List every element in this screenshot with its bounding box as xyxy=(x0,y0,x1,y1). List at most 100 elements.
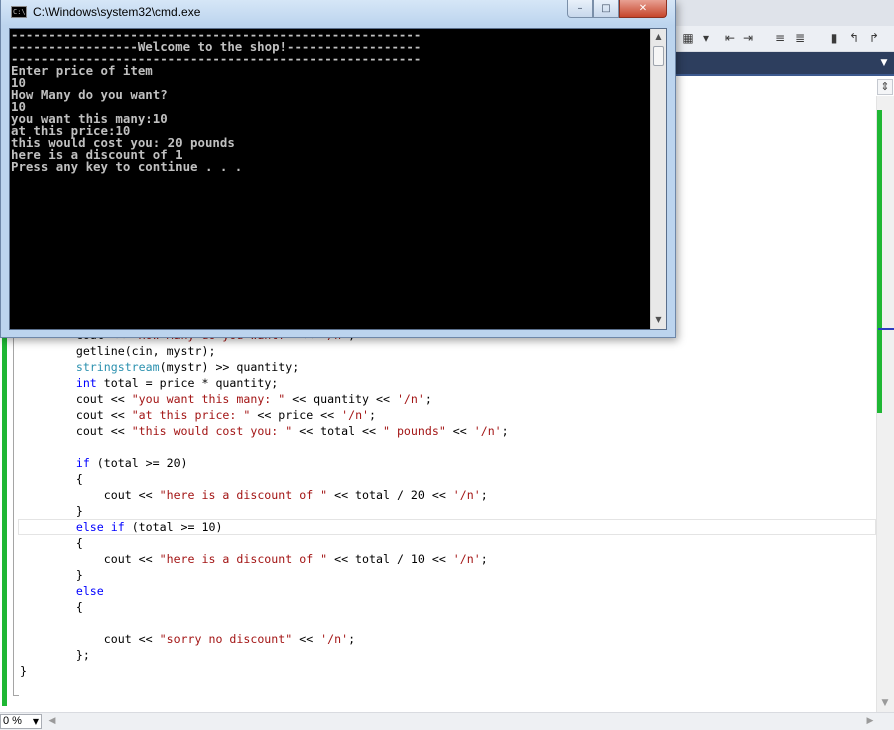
console-window-title: C:\Windows\system32\cmd.exe xyxy=(33,5,201,19)
code-token: int xyxy=(75,376,97,390)
code-token: << total / 10 << xyxy=(327,552,453,566)
code-line[interactable]: cout << "you want this many: " << quanti… xyxy=(20,391,509,407)
chevron-down-icon: ▼ xyxy=(32,717,39,726)
code-token: if xyxy=(110,520,125,534)
console-title-bar[interactable]: C:\ C:\Windows\system32\cmd.exe – □ ✕ xyxy=(1,0,675,26)
code-line[interactable]: { xyxy=(20,599,509,615)
code-token: cout << xyxy=(20,392,132,406)
code-token: << total / 20 << xyxy=(327,488,453,502)
code-token: "here is a discount of " xyxy=(159,488,328,502)
code-line[interactable]: else if (total >= 10) xyxy=(20,519,509,535)
maximize-button[interactable]: □ xyxy=(593,0,619,18)
code-line[interactable]: int total = price * quantity; xyxy=(20,375,509,391)
code-token: << xyxy=(292,632,321,646)
code-line[interactable] xyxy=(20,615,509,631)
code-token: "this would cost you: " xyxy=(131,424,293,438)
code-line[interactable]: } xyxy=(20,503,509,519)
code-token: ; xyxy=(501,424,509,438)
code-line[interactable]: { xyxy=(20,471,509,487)
console-client-area[interactable]: ----------------------------------------… xyxy=(9,28,667,330)
split-window-icon[interactable]: ⇕ xyxy=(877,79,893,95)
tab-dropdown-icon[interactable]: ▼ xyxy=(878,57,890,69)
code-line[interactable]: cout << "at this price: " << price << '/… xyxy=(20,407,509,423)
scroll-left-icon[interactable]: ◀ xyxy=(46,715,58,728)
code-token: { xyxy=(20,600,83,614)
code-token: cout << xyxy=(20,408,132,422)
decrease-indent-icon[interactable]: ⇤ xyxy=(722,30,738,46)
code-token: "at this price: " xyxy=(131,408,251,422)
code-token: } xyxy=(20,504,83,518)
minimize-button[interactable]: – xyxy=(567,0,593,18)
code-editor[interactable]: cout << "How Many do you want?" << '/n';… xyxy=(20,327,509,679)
console-vertical-scrollbar[interactable]: ▲ ▼ xyxy=(650,29,666,329)
code-line[interactable]: cout << "this would cost you: " << total… xyxy=(20,423,509,439)
code-line[interactable]: cout << "here is a discount of " << tota… xyxy=(20,487,509,503)
comment-icon[interactable]: ≡ xyxy=(772,30,788,46)
code-token: ; xyxy=(348,632,356,646)
code-token: << total << xyxy=(292,424,383,438)
code-token: ; xyxy=(424,392,432,406)
code-token: }; xyxy=(20,648,90,662)
console-line: How Many do you want? xyxy=(11,87,168,102)
toolbar-dropdown-icon[interactable]: ▾ xyxy=(698,30,714,46)
code-line[interactable]: } xyxy=(20,663,509,679)
console-line: Enter price of item xyxy=(11,63,153,78)
outline-collapse-end xyxy=(13,695,19,696)
zoom-level-value: 0 % xyxy=(3,715,22,727)
code-token: "sorry no discount" xyxy=(159,632,293,646)
console-output: ----------------------------------------… xyxy=(11,28,421,174)
console-line: Press any key to continue . . . xyxy=(11,159,243,174)
code-token: ; xyxy=(480,488,488,502)
code-token: '/n' xyxy=(452,552,481,566)
code-line[interactable]: }; xyxy=(20,647,509,663)
outline-collapse-line xyxy=(13,336,14,696)
close-button[interactable]: ✕ xyxy=(619,0,667,18)
increase-indent-icon[interactable]: ⇥ xyxy=(740,30,756,46)
scroll-thumb[interactable] xyxy=(653,46,664,66)
toolbar-button-icon[interactable]: ▦ xyxy=(680,30,696,46)
previous-bookmark-icon[interactable]: ↰ xyxy=(846,30,862,46)
code-line[interactable]: cout << "here is a discount of " << tota… xyxy=(20,551,509,567)
scroll-down-icon[interactable]: ▼ xyxy=(878,696,892,710)
next-bookmark-icon[interactable]: ↱ xyxy=(866,30,882,46)
code-line[interactable] xyxy=(20,439,509,455)
code-token: "you want this many: " xyxy=(131,392,286,406)
scroll-up-icon[interactable]: ▲ xyxy=(651,30,666,44)
code-line[interactable]: if (total >= 20) xyxy=(20,455,509,471)
scrollbar-change-marker xyxy=(877,110,882,413)
code-line[interactable]: stringstream(mystr) >> quantity; xyxy=(20,359,509,375)
document-tab-strip: ▼ xyxy=(676,52,894,76)
code-line[interactable]: getline(cin, mystr); xyxy=(20,343,509,359)
code-line[interactable]: } xyxy=(20,567,509,583)
change-tracking-bar xyxy=(2,336,7,706)
code-token: '/n' xyxy=(320,632,349,646)
cmd-icon-label: C:\ xyxy=(13,8,26,16)
code-token: cout << xyxy=(20,424,132,438)
code-token: getline(cin, mystr); xyxy=(20,344,216,358)
code-token: cout << xyxy=(20,488,160,502)
code-line[interactable]: { xyxy=(20,535,509,551)
code-token: << xyxy=(445,424,474,438)
code-token: stringstream xyxy=(75,360,160,374)
code-token: cout << xyxy=(20,552,160,566)
code-line[interactable]: cout << "sorry no discount" << '/n'; xyxy=(20,631,509,647)
uncomment-icon[interactable]: ≣ xyxy=(792,30,808,46)
code-line[interactable]: else xyxy=(20,583,509,599)
code-token: '/n' xyxy=(341,408,370,422)
scroll-down-icon[interactable]: ▼ xyxy=(651,313,666,327)
scrollbar-caret-marker xyxy=(878,328,894,330)
code-token: cout << xyxy=(20,632,160,646)
bookmark-icon[interactable]: ▮ xyxy=(826,30,842,46)
code-token: ; xyxy=(369,408,377,422)
code-token: '/n' xyxy=(396,392,425,406)
code-token: " pounds" xyxy=(382,424,446,438)
scroll-right-icon[interactable]: ▶ xyxy=(864,715,876,728)
console-window[interactable]: C:\ C:\Windows\system32\cmd.exe – □ ✕ --… xyxy=(0,0,676,338)
zoom-level-select[interactable]: 0 % ▼ xyxy=(0,714,42,729)
